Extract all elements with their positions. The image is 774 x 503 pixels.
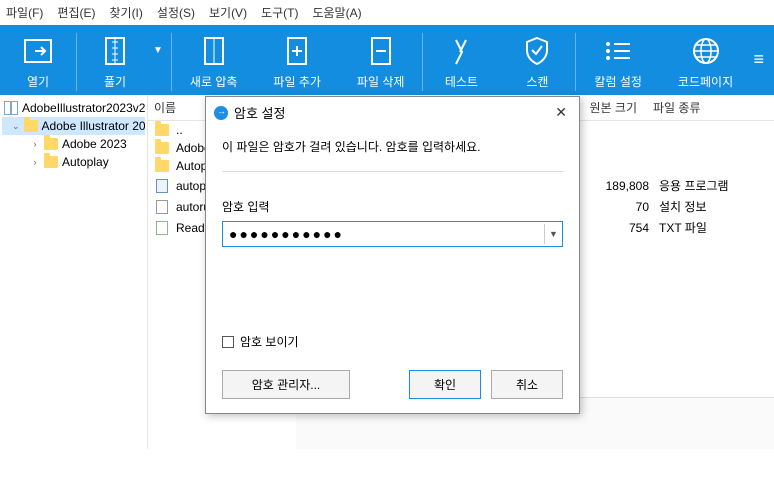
add-file-icon [277,31,317,71]
folder-icon [44,156,58,168]
menu-tools[interactable]: 도구(T) [261,4,298,21]
dialog-body: 이 파일은 암호가 걸려 있습니다. 암호를 입력하세요. 암호 입력 ▼ 암호… [206,128,579,413]
filetype: TXT 파일 [649,219,768,236]
filesize: 70 [589,200,649,214]
folder-icon [24,120,38,132]
chevron-down-icon[interactable]: ▼ [544,224,562,244]
menu-file[interactable]: 파일(F) [6,4,43,21]
toolbar-new-label: 새로 압축 [190,73,238,90]
toolbar-scan[interactable]: 스캔 [499,31,575,90]
menu-bar: 파일(F) 편집(E) 찾기(I) 설정(S) 보기(V) 도구(T) 도움말(… [0,0,774,25]
filesize: 754 [589,221,649,235]
dialog-icon [214,106,228,120]
toolbar-delete-file[interactable]: 파일 삭제 [339,31,423,90]
chevron-right-icon: › [30,139,40,149]
tree-folder-label: Adobe Illustrator 2023 [42,119,145,133]
toolbar-codepage-label: 코드페이지 [678,73,733,90]
col-size[interactable]: 원본 크기 [583,95,643,120]
toolbar-extract-label: 풀기 [104,73,126,90]
menu-view[interactable]: 보기(V) [209,4,247,21]
toolbar-test[interactable]: 테스트 [423,31,499,90]
toolbar-extract[interactable]: 풀기 [77,31,153,90]
divider [222,171,563,172]
menu-help[interactable]: 도움말(A) [312,4,361,21]
show-password-checkbox[interactable]: 암호 보이기 [222,333,563,350]
dialog-close-button[interactable]: ✕ [551,104,571,121]
cancel-button[interactable]: 취소 [491,370,563,399]
test-icon [441,31,481,71]
col-type[interactable]: 파일 종류 [643,95,774,120]
checkbox-icon [222,336,234,348]
toolbar-columns-label: 칼럼 설정 [594,73,642,90]
dialog-title: 암호 설정 [234,103,285,122]
archive-icon [194,31,234,71]
folder-icon [154,124,170,136]
toolbar-delete-label: 파일 삭제 [357,73,405,90]
tree-subfolder[interactable]: › Autoplay [2,153,145,171]
toolbar-columns[interactable]: 칼럼 설정 [576,31,660,90]
globe-icon [686,31,726,71]
toolbar-open[interactable]: 열기 [0,31,76,90]
password-input-wrap: ▼ [222,221,563,247]
chevron-down-icon: ⌄ [12,121,20,132]
folder-icon [154,160,170,172]
ok-button[interactable]: 확인 [409,370,481,399]
dialog-buttons: 암호 관리자... 확인 취소 [222,370,563,399]
folder-icon [44,138,58,150]
file-icon [154,200,170,214]
menu-find[interactable]: 찾기(I) [109,4,142,21]
open-icon [18,31,58,71]
show-password-label: 암호 보이기 [240,333,299,350]
toolbar-open-label: 열기 [27,73,49,90]
dialog-message: 이 파일은 암호가 걸려 있습니다. 암호를 입력하세요. [222,138,563,155]
folder-tree: AdobeIllustrator2023v2 ⌄ Adobe Illustrat… [0,95,148,449]
password-input[interactable] [223,222,544,246]
password-manager-button[interactable]: 암호 관리자... [222,370,350,399]
tree-subfolder-label: Adobe 2023 [62,137,127,151]
tree-subfolder-label: Autoplay [62,155,109,169]
exe-icon [154,179,170,193]
dialog-titlebar: 암호 설정 ✕ [206,97,579,128]
toolbar-test-label: 테스트 [445,73,478,90]
menu-edit[interactable]: 편집(E) [57,4,95,21]
tree-root-label: AdobeIllustrator2023v2 [22,101,145,115]
tree-subfolder[interactable]: › Adobe 2023 [2,135,145,153]
list-icon [598,31,638,71]
tree-root[interactable]: AdobeIllustrator2023v2 [2,99,145,117]
toolbar-scan-label: 스캔 [526,73,548,90]
chevron-right-icon: › [30,157,40,167]
extract-icon [95,31,135,71]
toolbar-codepage[interactable]: 코드페이지 [660,31,751,90]
shield-icon [517,31,557,71]
toolbar-extract-dropdown[interactable]: ▼ [153,31,171,56]
filesize: 189,808 [589,179,649,193]
toolbar-add-file[interactable]: 파일 추가 [255,31,339,90]
password-dialog: 암호 설정 ✕ 이 파일은 암호가 걸려 있습니다. 암호를 입력하세요. 암호… [205,96,580,414]
delete-file-icon [361,31,401,71]
filetype: 설치 정보 [649,198,768,215]
password-label: 암호 입력 [222,198,563,215]
toolbar-add-label: 파일 추가 [273,73,321,90]
menu-settings[interactable]: 설정(S) [157,4,195,21]
txt-icon [154,221,170,235]
toolbar-new-archive[interactable]: 새로 압축 [172,31,256,90]
archive-icon [4,101,18,115]
toolbar: 열기 풀기 ▼ 새로 압축 파일 추가 파일 삭제 테스트 [0,25,774,95]
toolbar-overflow[interactable]: ≡ [753,31,774,70]
folder-icon [154,142,170,154]
filetype: 응용 프로그램 [649,177,768,194]
tree-folder-selected[interactable]: ⌄ Adobe Illustrator 2023 [2,117,145,135]
